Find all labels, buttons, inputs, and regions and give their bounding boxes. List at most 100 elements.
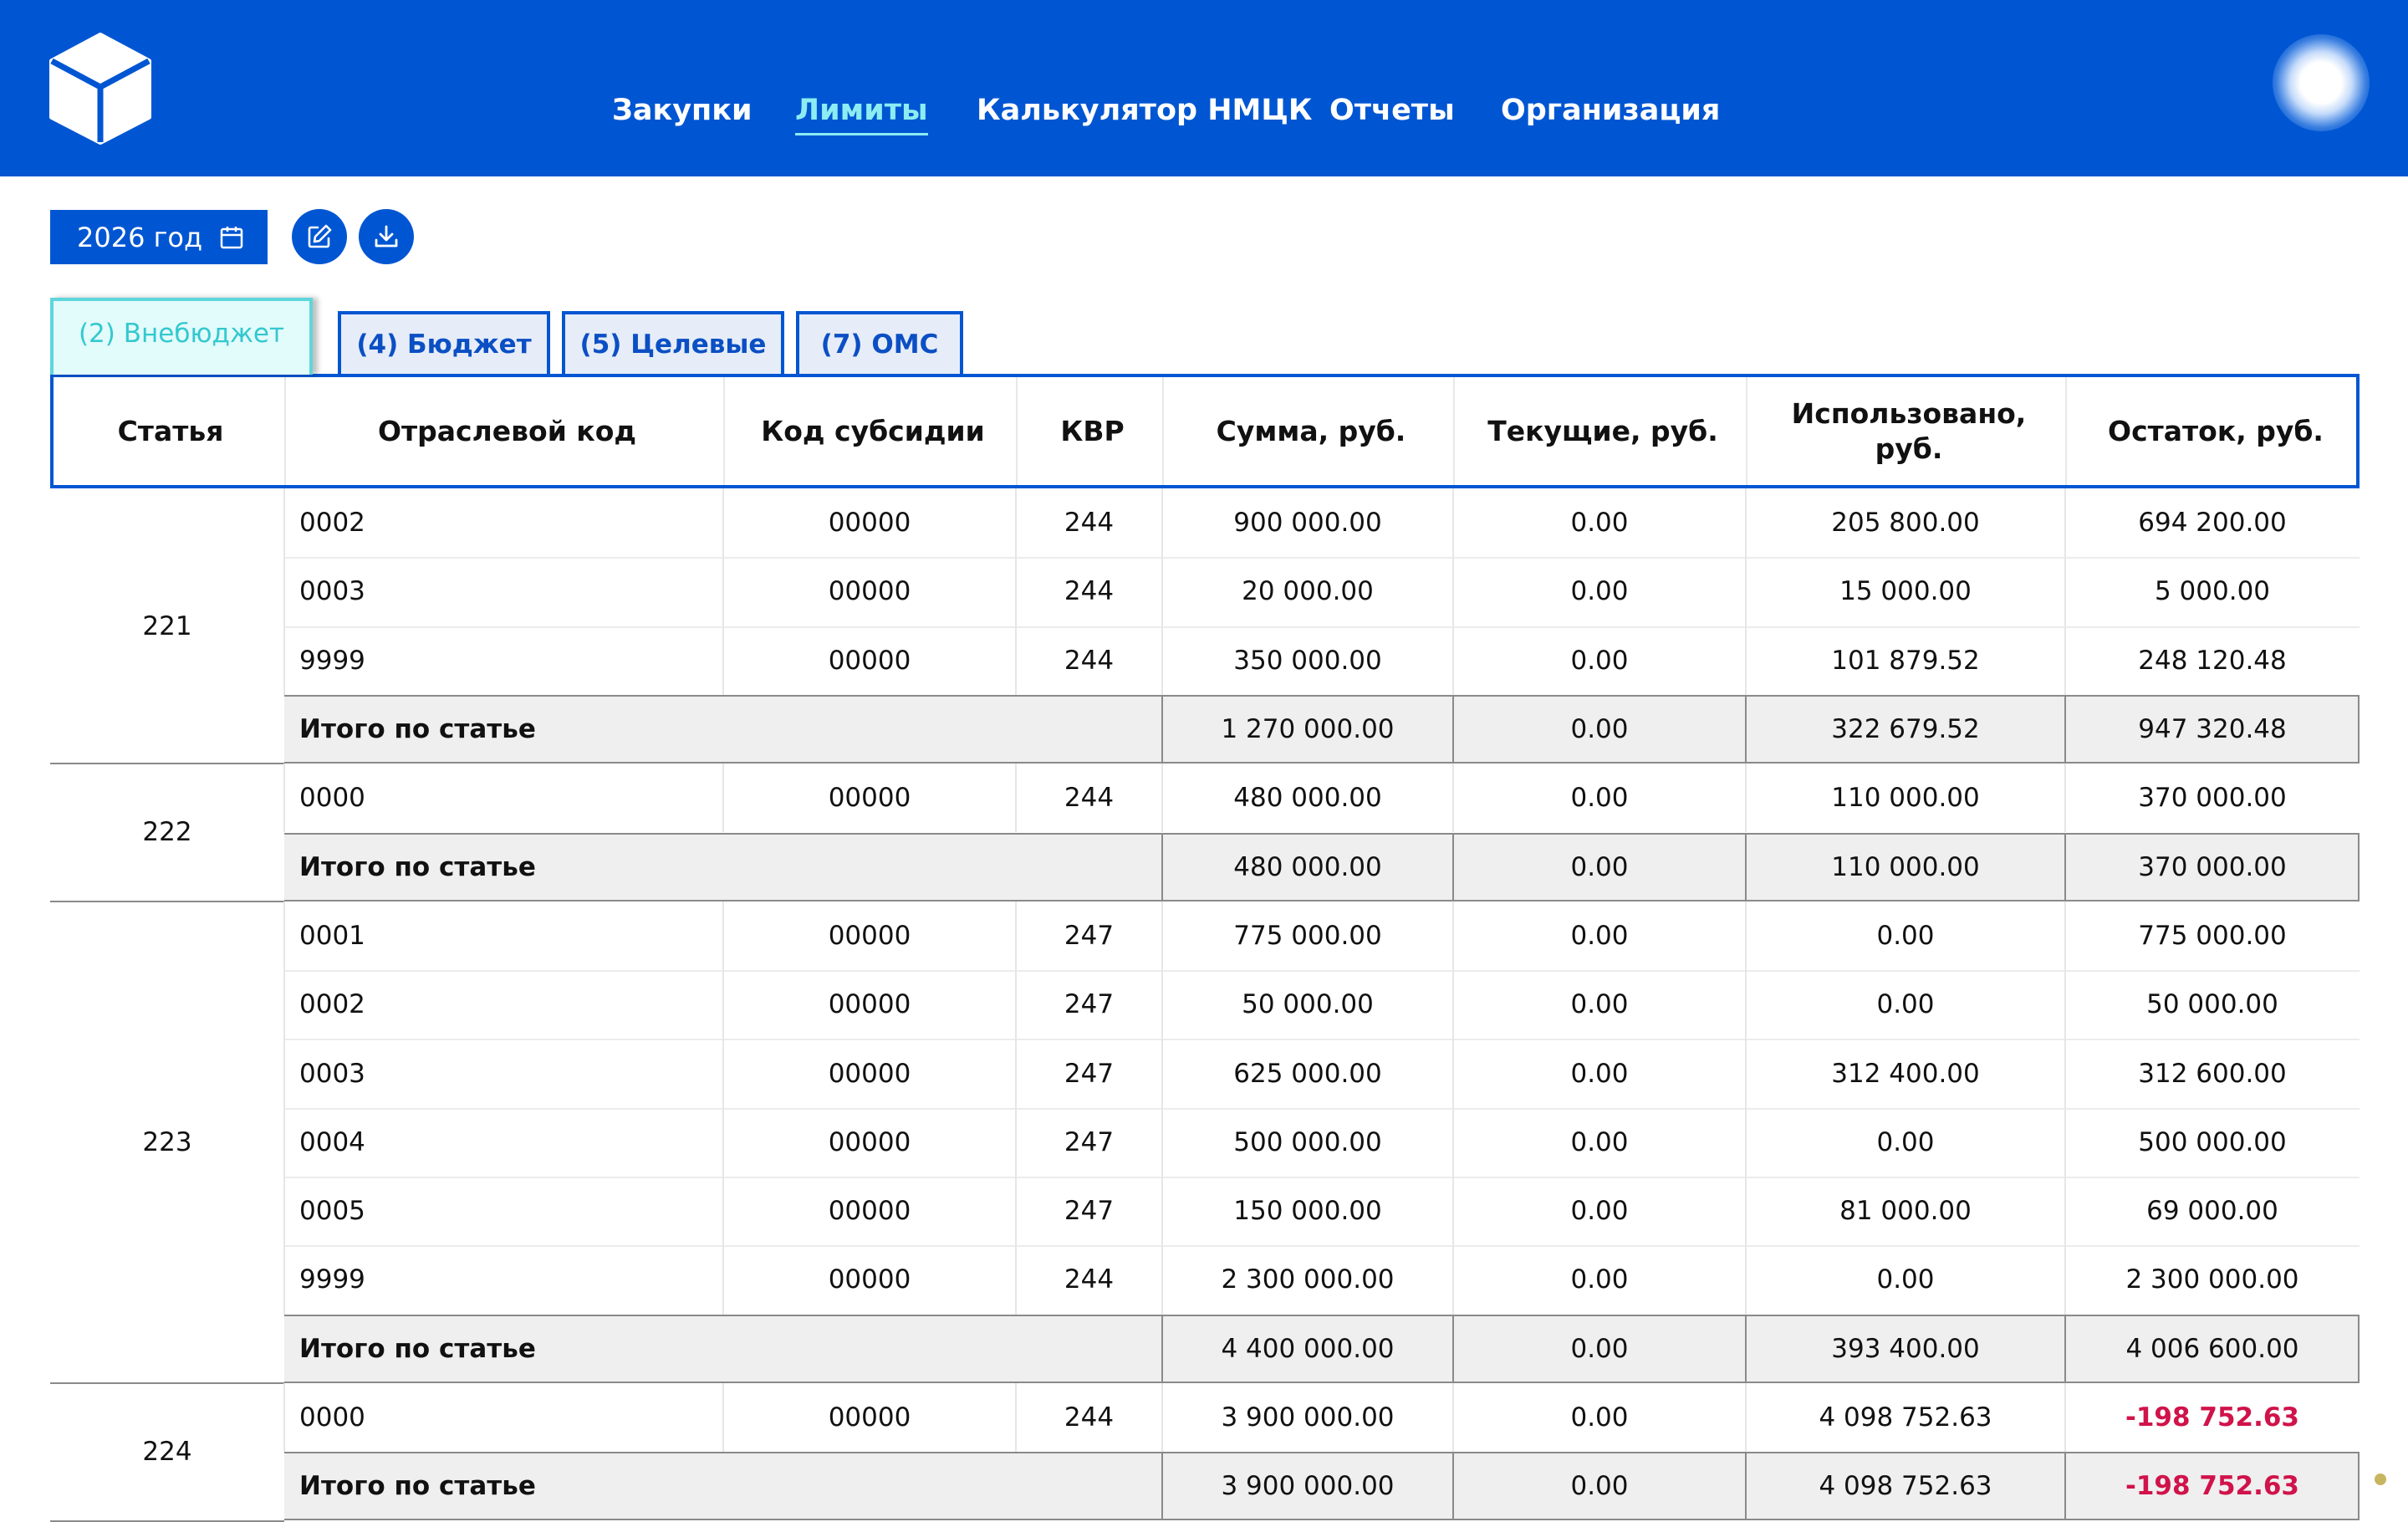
column-header-6[interactable]: Использовано, руб. [1749, 377, 2069, 485]
tab-tselevye[interactable]: (5) Целевые [562, 311, 784, 375]
used-cell: 4 098 752.63 [1819, 1402, 1992, 1433]
subsidy-code-cell: 00000 [828, 576, 911, 607]
status-dot [2375, 1473, 2386, 1485]
nav-item-2[interactable]: Калькулятор НМЦК [977, 87, 1312, 134]
tab-budzhet[interactable]: (4) Бюджет [338, 311, 550, 375]
industry-code-cell: 0000 [299, 1402, 365, 1433]
table-header: Статья Отраслевой код Код субсидии КВР Сумма… [50, 374, 2360, 488]
total-label: Итого по статье [299, 851, 536, 882]
nav-item-1[interactable]: Лимиты [795, 87, 928, 135]
sum-cell: 20 000.00 [1242, 576, 1374, 607]
rest-cell: 370 000.00 [2138, 783, 2287, 814]
user-avatar[interactable] [2273, 34, 2370, 131]
rest-cell: 500 000.00 [2138, 1126, 2287, 1157]
used-cell: 0.00 [1876, 1126, 1935, 1157]
kvr-cell: 244 [1064, 1402, 1115, 1433]
total-rest-cell: 4 006 600.00 [2125, 1333, 2299, 1364]
sum-cell: 500 000.00 [1233, 1126, 1382, 1157]
rest-cell: 5 000.00 [2154, 576, 2271, 607]
used-cell: 110 000.00 [1831, 783, 1980, 814]
subsidy-code-cell: 00000 [828, 1196, 911, 1227]
sum-cell: 900 000.00 [1233, 508, 1382, 539]
edit-icon [308, 224, 332, 248]
rest-cell: 248 120.48 [2138, 645, 2287, 676]
kvr-cell: 244 [1064, 1264, 1115, 1295]
article-cell: 223 [142, 1126, 192, 1157]
rest-cell: 69 000.00 [2146, 1196, 2278, 1227]
used-cell: 0.00 [1876, 989, 1935, 1020]
subsidy-code-cell: 00000 [828, 920, 911, 951]
subsidy-code-cell: 00000 [828, 1058, 911, 1089]
article-cell: 224 [142, 1437, 192, 1468]
rest-cell: 2 300 000.00 [2125, 1264, 2299, 1295]
rest-cell: -198 752.63 [2125, 1402, 2299, 1433]
current-cell: 0.00 [1570, 1126, 1629, 1157]
column-header-1[interactable]: Отраслевой код [288, 377, 727, 485]
used-cell: 81 000.00 [1839, 1196, 1972, 1227]
total-rest-cell: -198 752.63 [2125, 1471, 2299, 1502]
article-cell: 222 [142, 817, 192, 848]
total-used-cell: 110 000.00 [1831, 851, 1980, 882]
column-header-5[interactable]: Текущие, руб. [1457, 377, 1749, 485]
rest-cell: 50 000.00 [2146, 989, 2278, 1020]
current-cell: 0.00 [1570, 1058, 1629, 1089]
column-header-3[interactable]: КВР [1019, 377, 1166, 485]
column-header-7[interactable]: Остаток, руб. [2069, 377, 2363, 485]
year-picker-button[interactable]: 2026 год [50, 210, 268, 264]
industry-code-cell: 0001 [299, 920, 365, 951]
year-label: 2026 год [77, 221, 203, 253]
top-navigation-bar: Закупки Лимиты Калькулятор НМЦК Отчеты Орган… [0, 0, 2408, 176]
sum-cell: 350 000.00 [1233, 645, 1382, 676]
total-sum-cell: 3 900 000.00 [1221, 1471, 1395, 1502]
kvr-cell: 247 [1064, 920, 1115, 951]
sum-cell: 625 000.00 [1233, 1058, 1382, 1089]
industry-code-cell: 0004 [299, 1126, 365, 1157]
current-cell: 0.00 [1570, 645, 1629, 676]
subsidy-code-cell: 00000 [828, 1264, 911, 1295]
subsidy-code-cell: 00000 [828, 1402, 911, 1433]
used-cell: 0.00 [1876, 920, 1935, 951]
industry-code-cell: 0003 [299, 1058, 365, 1089]
used-cell: 15 000.00 [1839, 576, 1972, 607]
total-label: Итого по статье [299, 1333, 536, 1364]
kvr-cell: 247 [1064, 1196, 1115, 1227]
total-current-cell: 0.00 [1570, 714, 1629, 745]
sum-cell: 480 000.00 [1233, 783, 1382, 814]
nav-item-4[interactable]: Организация [1501, 87, 1720, 134]
rest-cell: 312 600.00 [2138, 1058, 2287, 1089]
subsidy-code-cell: 00000 [828, 783, 911, 814]
total-current-cell: 0.00 [1570, 851, 1629, 882]
industry-code-cell: 0005 [299, 1196, 365, 1227]
sum-cell: 50 000.00 [1242, 989, 1374, 1020]
industry-code-cell: 0002 [299, 508, 365, 539]
industry-code-cell: 9999 [299, 1264, 365, 1295]
column-header-2[interactable]: Код субсидии [727, 377, 1019, 485]
used-cell: 101 879.52 [1831, 645, 1980, 676]
download-button[interactable] [359, 209, 414, 264]
nav-item-3[interactable]: Отчеты [1329, 87, 1455, 134]
used-cell: 0.00 [1876, 1264, 1935, 1295]
industry-code-cell: 9999 [299, 645, 365, 676]
sum-cell: 3 900 000.00 [1221, 1402, 1395, 1433]
kvr-cell: 244 [1064, 508, 1115, 539]
column-header-0[interactable]: Статья [54, 377, 288, 485]
edit-button[interactable] [292, 209, 347, 264]
column-header-4[interactable]: Сумма, руб. [1166, 377, 1457, 485]
total-current-cell: 0.00 [1570, 1471, 1629, 1502]
current-cell: 0.00 [1570, 1402, 1629, 1433]
current-cell: 0.00 [1570, 576, 1629, 607]
nav-item-0[interactable]: Закупки [612, 87, 752, 134]
subsidy-code-cell: 00000 [828, 989, 911, 1020]
sum-cell: 2 300 000.00 [1221, 1264, 1395, 1295]
used-cell: 312 400.00 [1831, 1058, 1980, 1089]
total-used-cell: 4 098 752.63 [1819, 1471, 1992, 1502]
current-cell: 0.00 [1570, 920, 1629, 951]
rest-cell: 694 200.00 [2138, 508, 2287, 539]
subsidy-code-cell: 00000 [828, 645, 911, 676]
current-cell: 0.00 [1570, 1264, 1629, 1295]
kvr-cell: 247 [1064, 989, 1115, 1020]
sum-cell: 775 000.00 [1233, 920, 1382, 951]
tab-oms[interactable]: (7) ОМС [796, 311, 963, 375]
sum-cell: 150 000.00 [1233, 1196, 1382, 1227]
tab-vnebudzhet[interactable]: (2) Внебюджет [50, 298, 313, 375]
